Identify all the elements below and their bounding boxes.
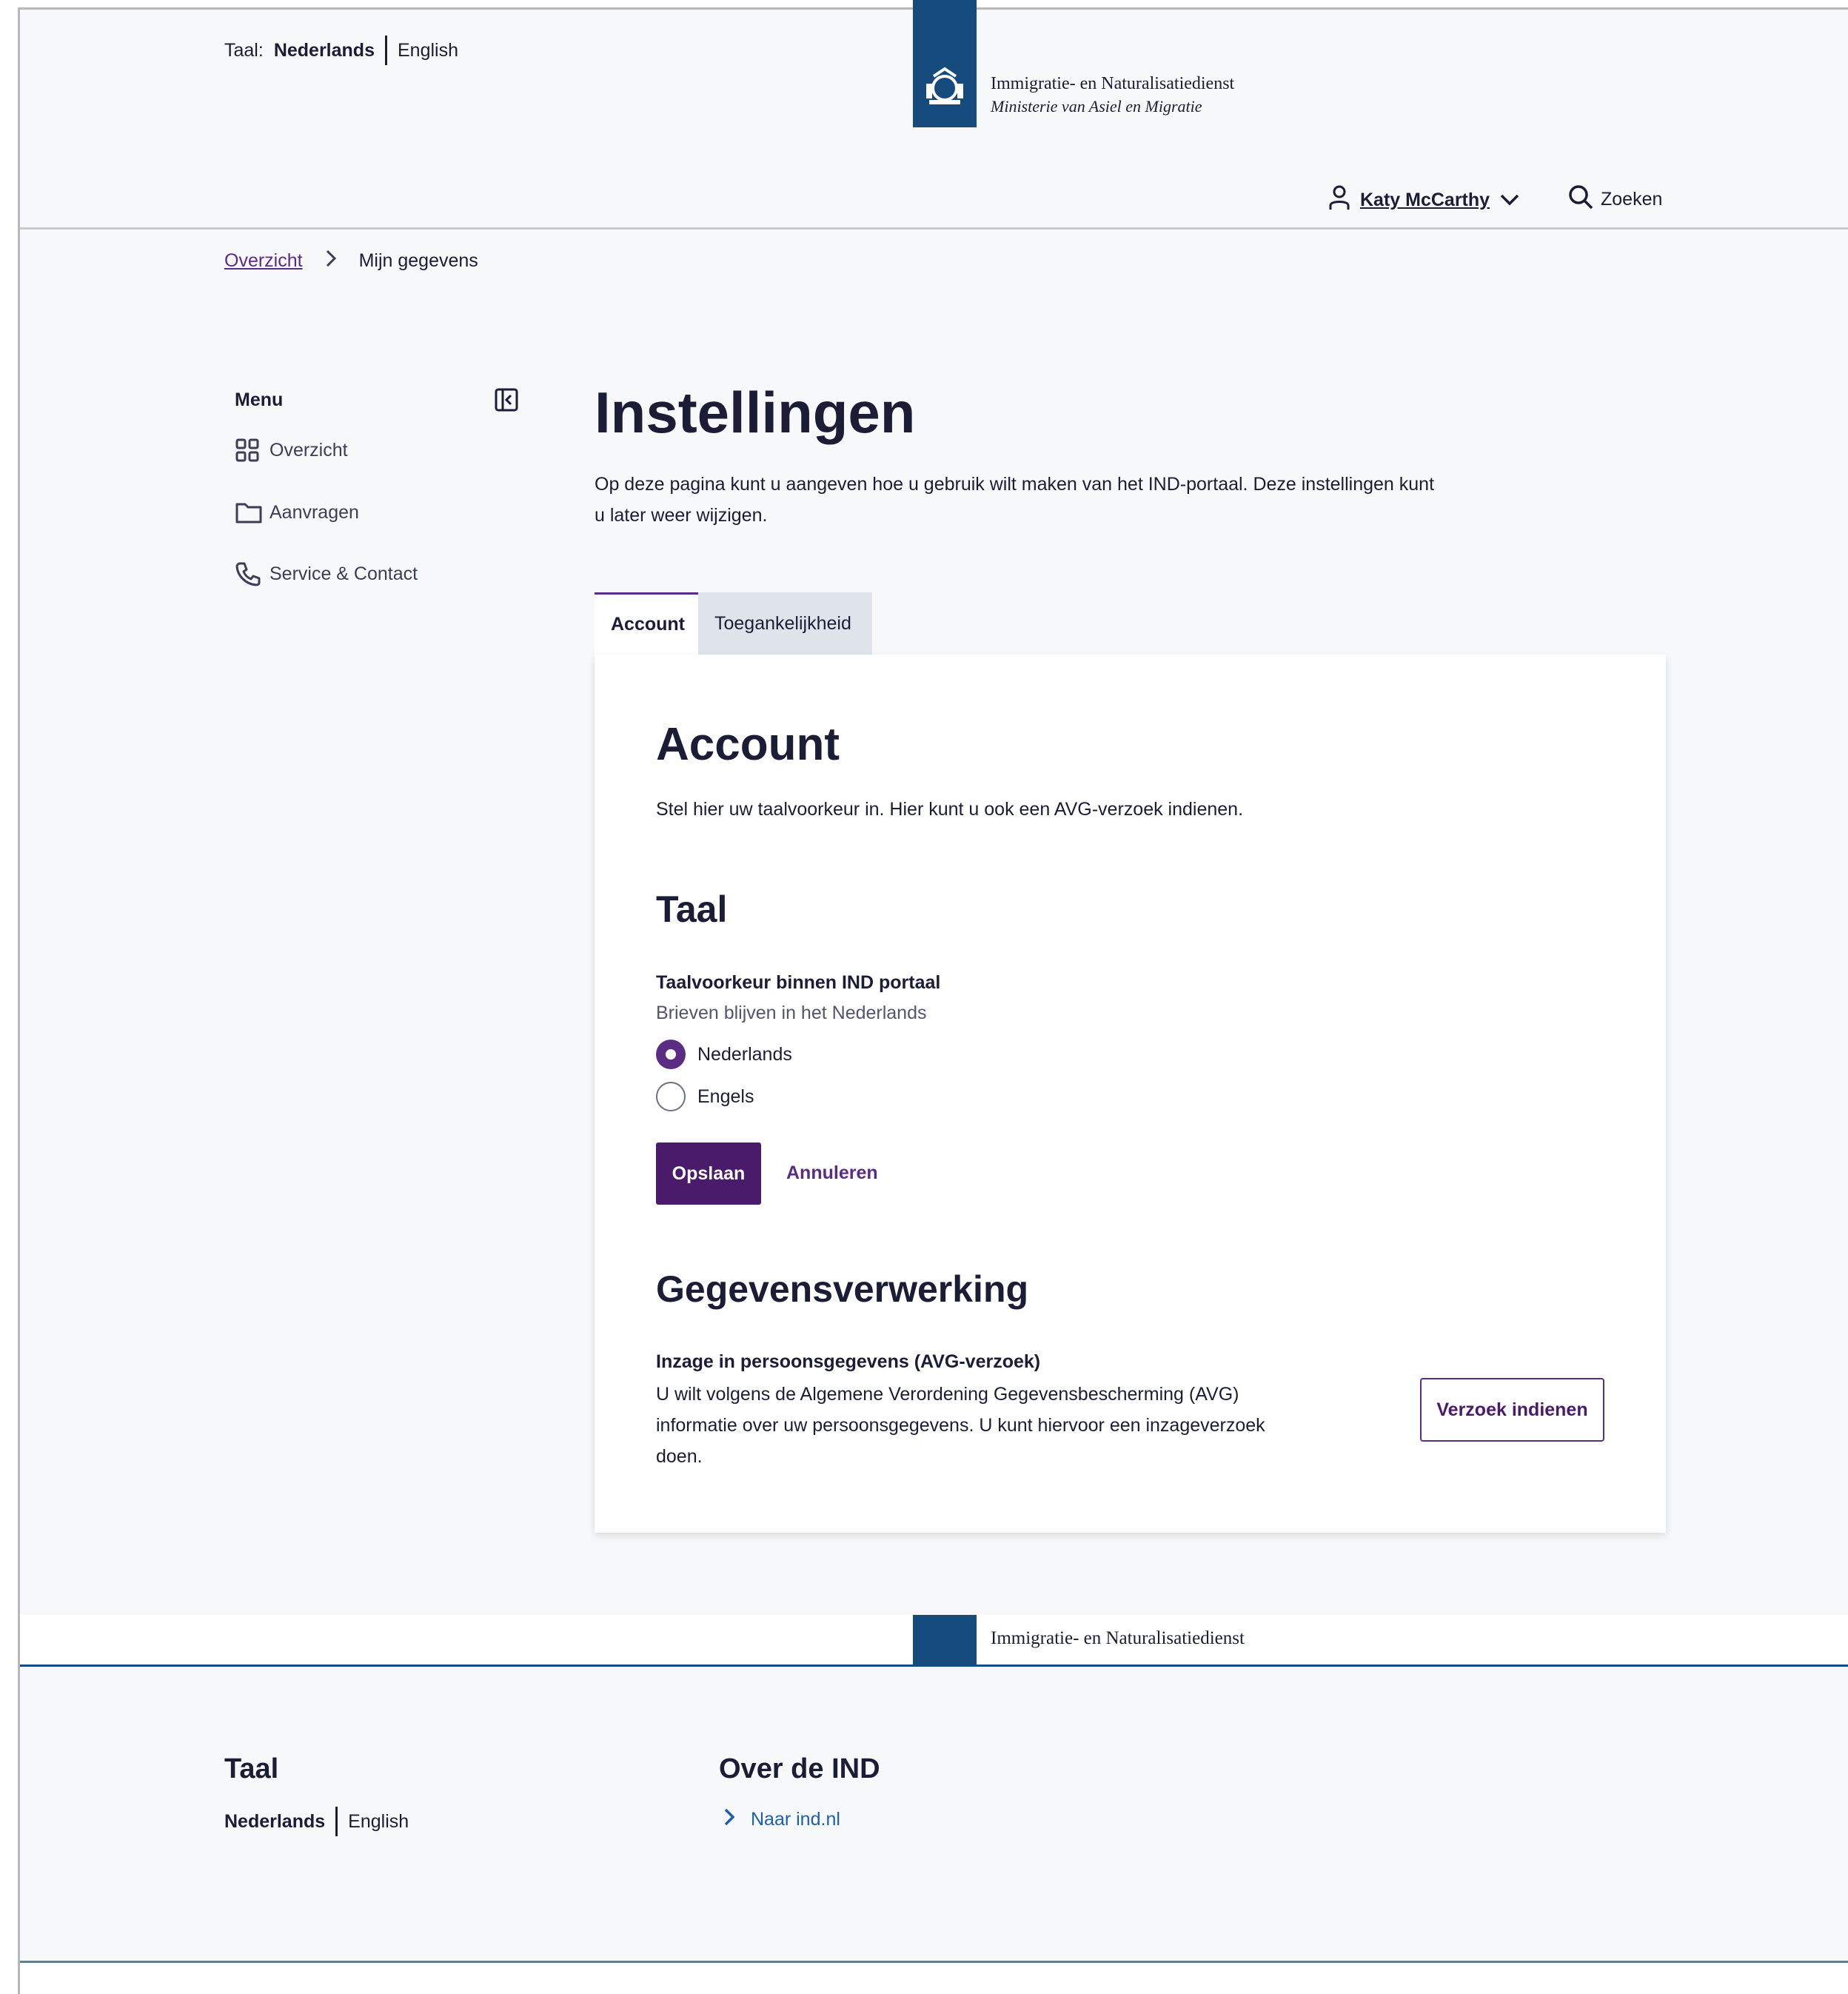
request-button[interactable]: Verzoek indienen bbox=[1420, 1378, 1604, 1442]
tab-toegankelijkheid[interactable]: Toegankelijkheid bbox=[698, 592, 872, 655]
language-switch: Taal: Nederlands English bbox=[224, 36, 458, 65]
footer-language-english[interactable]: English bbox=[348, 1811, 409, 1833]
sidebar-title: Menu bbox=[235, 389, 284, 410]
radio-selected-icon[interactable] bbox=[656, 1040, 686, 1069]
radio-nederlands[interactable]: Nederlands bbox=[656, 1040, 792, 1069]
language-label: Taal: bbox=[224, 39, 264, 61]
footer-taal-heading: Taal bbox=[224, 1753, 279, 1784]
avg-title: Inzage in persoonsgegevens (AVG-verzoek) bbox=[656, 1351, 1041, 1372]
account-heading: Account bbox=[656, 719, 840, 770]
language-divider bbox=[384, 36, 387, 65]
page-title: Instellingen bbox=[595, 380, 916, 445]
search-label: Zoeken bbox=[1601, 189, 1663, 210]
sidebar-item-aanvragen[interactable]: Aanvragen bbox=[235, 499, 359, 526]
save-button[interactable]: Opslaan bbox=[656, 1142, 761, 1205]
avg-description: U wilt volgens de Algemene Verordening G… bbox=[656, 1384, 1265, 1467]
cancel-button[interactable]: Annuleren bbox=[786, 1162, 878, 1184]
sidebar-item-label: Overzicht bbox=[270, 439, 348, 461]
user-name[interactable]: Katy McCarthy bbox=[1360, 190, 1490, 211]
org-name: Immigratie- en Naturalisatiedienst bbox=[991, 74, 1235, 93]
site-footer bbox=[20, 1667, 1848, 1918]
search-icon bbox=[1568, 184, 1593, 215]
crest-icon bbox=[915, 62, 974, 121]
footer-language-switch: Nederlands English bbox=[224, 1807, 409, 1836]
footer-logo-bar bbox=[913, 1615, 977, 1667]
chevron-right-icon bbox=[325, 249, 337, 273]
chevron-down-icon[interactable] bbox=[1500, 190, 1519, 211]
sidebar-item-service-contact[interactable]: Service & Contact bbox=[235, 561, 418, 587]
field-hint: Brieven blijven in het Nederlands bbox=[656, 1003, 927, 1023]
radio-engels[interactable]: Engels bbox=[656, 1082, 754, 1111]
user-icon bbox=[1329, 184, 1350, 216]
breadcrumb-current: Mijn gegevens bbox=[358, 250, 478, 271]
page-intro: Op deze pagina kunt u aangeven hoe u geb… bbox=[595, 474, 1435, 526]
user-menu[interactable]: Katy McCarthy bbox=[1329, 184, 1519, 216]
footer-link-label[interactable]: Naar ind.nl bbox=[751, 1809, 840, 1830]
footer-language-nederlands[interactable]: Nederlands bbox=[224, 1811, 325, 1833]
sidebar-collapse-icon[interactable] bbox=[495, 388, 518, 412]
breadcrumb-overzicht[interactable]: Overzicht bbox=[224, 250, 303, 272]
chevron-right-icon bbox=[724, 1808, 735, 1831]
footer-link-ind[interactable]: Naar ind.nl bbox=[724, 1808, 840, 1831]
footer-bottom-bar bbox=[20, 1961, 1848, 1994]
language-nederlands[interactable]: Nederlands bbox=[274, 40, 375, 61]
grid-icon bbox=[235, 437, 262, 464]
sidebar-item-overzicht[interactable]: Overzicht bbox=[235, 437, 348, 464]
language-english[interactable]: English bbox=[398, 40, 458, 61]
ministry-name: Ministerie van Asiel en Migratie bbox=[991, 97, 1202, 116]
taal-heading: Taal bbox=[656, 889, 728, 930]
radio-label: Nederlands bbox=[697, 1043, 792, 1065]
radio-label: Engels bbox=[697, 1085, 754, 1107]
footer-language-divider bbox=[335, 1807, 338, 1836]
radio-unselected-icon[interactable] bbox=[656, 1082, 686, 1111]
gdpr-heading: Gegevensverwerking bbox=[656, 1268, 1029, 1310]
phone-icon bbox=[235, 561, 262, 587]
footer-over-heading: Over de IND bbox=[719, 1753, 880, 1784]
sidebar-item-label: Aanvragen bbox=[270, 501, 359, 523]
account-description: Stel hier uw taalvoorkeur in. Hier kunt … bbox=[656, 799, 1244, 820]
search-button[interactable]: Zoeken bbox=[1568, 184, 1662, 215]
folder-icon bbox=[235, 499, 262, 526]
footer-org-name: Immigratie- en Naturalisatiedienst bbox=[991, 1628, 1245, 1648]
field-label: Taalvoorkeur binnen IND portaal bbox=[656, 972, 941, 993]
sidebar-item-label: Service & Contact bbox=[270, 563, 418, 584]
tab-account[interactable]: Account bbox=[595, 592, 698, 655]
breadcrumb: Overzicht Mijn gegevens bbox=[224, 249, 478, 273]
